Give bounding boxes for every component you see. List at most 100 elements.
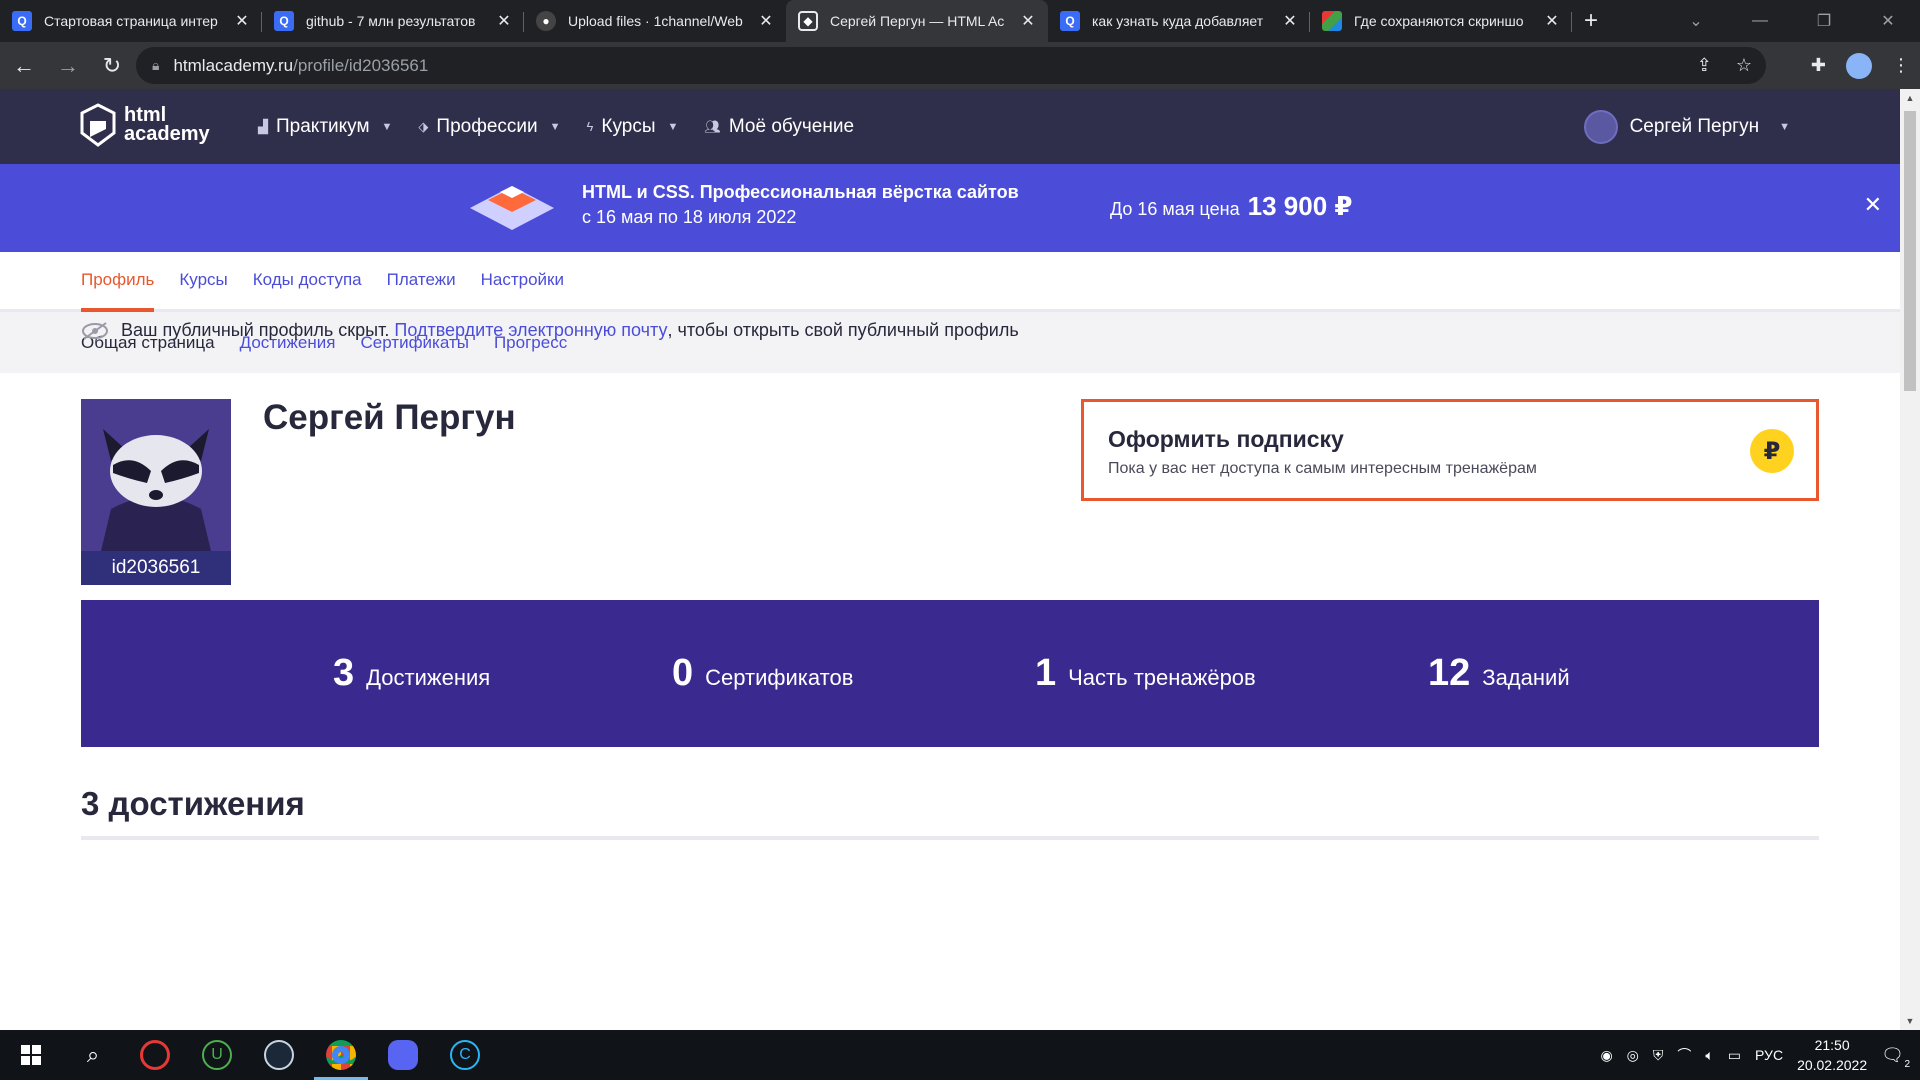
- menu-kebab-icon[interactable]: ⋮: [1892, 55, 1910, 76]
- nav-label: Моё обучение: [728, 115, 855, 137]
- stat-achievements[interactable]: 3 Достижения: [333, 600, 490, 747]
- divider: [81, 836, 1819, 840]
- nav-courses[interactable]: ϟ Курсы ▼: [587, 116, 679, 138]
- nav-praktikum[interactable]: ▟ Практикум ▼: [258, 116, 392, 138]
- browser-tab[interactable]: Q github - 7 млн результатов ✕: [262, 0, 524, 42]
- stat-number: 1: [1035, 652, 1057, 694]
- tab-profile[interactable]: Профиль: [81, 270, 155, 312]
- bookmark-star-icon[interactable]: ☆: [1736, 55, 1752, 76]
- promo-stack-icon: [470, 186, 554, 230]
- minimize-icon[interactable]: —: [1728, 0, 1792, 42]
- stat-tasks[interactable]: 12 Заданий: [1428, 600, 1570, 747]
- browser-tab[interactable]: Q Стартовая страница интер ✕: [0, 0, 262, 42]
- site-logo[interactable]: html academy: [80, 103, 210, 147]
- search-icon: Q: [12, 11, 32, 31]
- notice-text-after: , чтобы открыть свой публичный профиль: [667, 320, 1019, 340]
- page-scrollbar[interactable]: ▲ ▼: [1900, 89, 1920, 1030]
- user-menu[interactable]: Сергей Пергун ▼: [1583, 89, 1790, 164]
- main-nav: ▟ Практикум ▼ ⬗ Профессии ▼ ϟ Курсы ▼ 👥︎ Моё об…: [258, 89, 854, 164]
- close-tab-icon[interactable]: ✕: [1020, 11, 1036, 31]
- people-icon: 👥︎: [704, 118, 721, 134]
- stat-number: 3: [333, 652, 355, 694]
- steam-icon[interactable]: [248, 1030, 310, 1080]
- subscription-card[interactable]: Оформить подписку Пока у вас нет доступа…: [1081, 399, 1819, 501]
- notification-count: 2: [1904, 1058, 1910, 1070]
- close-tab-icon[interactable]: ✕: [1544, 11, 1560, 31]
- scroll-thumb[interactable]: [1904, 111, 1916, 391]
- profile-avatar[interactable]: id2036561: [81, 399, 231, 585]
- language-indicator[interactable]: РУС: [1755, 1047, 1783, 1063]
- tab-access-codes[interactable]: Коды доступа: [253, 270, 362, 309]
- url-path: /profile/id2036561: [293, 55, 429, 75]
- search-icon: Q: [274, 11, 294, 31]
- browser-tab-active[interactable]: ◆ Сергей Пергун — HTML Ac ✕: [786, 0, 1048, 42]
- browser-tab[interactable]: ● Upload files · 1channel/Web ✕: [524, 0, 786, 42]
- volume-icon[interactable]: 🔈︎: [1705, 1047, 1713, 1064]
- promo-banner[interactable]: HTML и CSS. Профессиональная вёрстка сай…: [0, 164, 1900, 252]
- extensions-icon[interactable]: ✚: [1811, 55, 1826, 76]
- nav-professions[interactable]: ⬗ Профессии ▼: [418, 116, 560, 138]
- new-tab-icon[interactable]: +: [1584, 0, 1598, 42]
- ruble-coin-icon: ₽: [1750, 429, 1794, 473]
- restore-icon[interactable]: ❐: [1792, 0, 1856, 42]
- stat-number: 12: [1428, 652, 1471, 694]
- scroll-up-icon[interactable]: ▲: [1900, 93, 1920, 103]
- scroll-down-icon[interactable]: ▼: [1900, 1016, 1920, 1026]
- close-tab-icon[interactable]: ✕: [1282, 11, 1298, 31]
- security-tray-icon[interactable]: ⛨: [1653, 1047, 1664, 1064]
- close-tab-icon[interactable]: ✕: [758, 11, 774, 31]
- close-window-icon[interactable]: ✕: [1856, 0, 1920, 42]
- nav-label: Профессии: [436, 115, 538, 137]
- stat-label: Сертификатов: [705, 664, 854, 690]
- notification-icon[interactable]: 🗨︎ 2: [1881, 1045, 1910, 1070]
- stat-certificates[interactable]: 0 Сертификатов: [672, 600, 853, 747]
- logo-shield-icon: [80, 103, 116, 147]
- lightning-icon: ϟ: [586, 119, 594, 134]
- app-u-icon[interactable]: U: [186, 1030, 248, 1080]
- reload-icon[interactable]: ↻: [92, 46, 132, 86]
- system-tray: ◉ ◎ ⛨ ⌒ 🔈︎ ▭ РУС 21:50 20.02.2022 🗨︎ 2: [1600, 1030, 1920, 1080]
- search-icon[interactable]: ⌕: [62, 1030, 124, 1080]
- app-tray-icon[interactable]: ◎: [1627, 1047, 1639, 1064]
- app-red-icon[interactable]: [124, 1030, 186, 1080]
- battery-icon[interactable]: ▭: [1728, 1047, 1741, 1064]
- browser-tab[interactable]: Где сохраняются скриншо ✕: [1310, 0, 1572, 42]
- tab-payments[interactable]: Платежи: [387, 270, 456, 309]
- close-tab-icon[interactable]: ✕: [496, 11, 512, 31]
- network-icon[interactable]: ⌒: [1677, 1045, 1691, 1065]
- tab-courses[interactable]: Курсы: [179, 270, 227, 309]
- caret-down-icon: ▼: [549, 120, 561, 133]
- tab-title: как узнать куда добавляет: [1092, 13, 1264, 29]
- browser-toolbar: ← → ↻ 🔒︎ htmlacademy.ru/profile/id203656…: [0, 42, 1920, 89]
- tab-settings[interactable]: Настройки: [481, 270, 564, 309]
- stats-panel: 3 Достижения 0 Сертификатов 1 Часть тренажё…: [81, 600, 1819, 747]
- clock[interactable]: 21:50 20.02.2022: [1797, 1035, 1867, 1075]
- chrome-icon[interactable]: [310, 1030, 372, 1080]
- tab-search-icon[interactable]: ⌄: [1664, 0, 1728, 42]
- profile-avatar-icon[interactable]: [1846, 52, 1872, 79]
- share-icon[interactable]: ⇪: [1697, 55, 1712, 76]
- stat-label: Достижения: [366, 664, 491, 690]
- nav-label: Практикум: [276, 115, 370, 137]
- lock-icon[interactable]: 🔒︎: [152, 57, 159, 74]
- subscription-desc: Пока у вас нет доступа к самым интересны…: [1108, 460, 1537, 477]
- back-icon[interactable]: ←: [4, 46, 44, 86]
- forward-icon[interactable]: →: [48, 46, 88, 86]
- promo-title: HTML и CSS. Профессиональная вёрстка сай…: [582, 182, 1019, 202]
- discord-icon[interactable]: [372, 1030, 434, 1080]
- url-host: htmlacademy.ru: [173, 55, 294, 75]
- avatar: [1583, 109, 1618, 144]
- caret-down-icon: ▼: [381, 120, 393, 133]
- confirm-email-link[interactable]: Подтвердите электронную почту: [394, 320, 667, 341]
- nav-my-learning[interactable]: 👥︎ Моё обучение: [704, 116, 854, 138]
- discord-tray-icon[interactable]: ◉: [1600, 1047, 1612, 1064]
- stat-trainers[interactable]: 1 Часть тренажёров: [1035, 600, 1256, 747]
- bar-chart-icon: ▟: [258, 118, 268, 134]
- address-bar[interactable]: 🔒︎ htmlacademy.ru/profile/id2036561 ⇪ ☆: [136, 47, 1766, 84]
- close-icon[interactable]: ✕: [1864, 192, 1882, 218]
- browser-tab-strip: Q Стартовая страница интер ✕ Q github - …: [0, 0, 1920, 42]
- app-c-icon[interactable]: C: [434, 1030, 496, 1080]
- browser-tab[interactable]: Q как узнать куда добавляет ✕: [1048, 0, 1310, 42]
- close-tab-icon[interactable]: ✕: [234, 11, 250, 31]
- windows-start-icon[interactable]: [0, 1030, 62, 1080]
